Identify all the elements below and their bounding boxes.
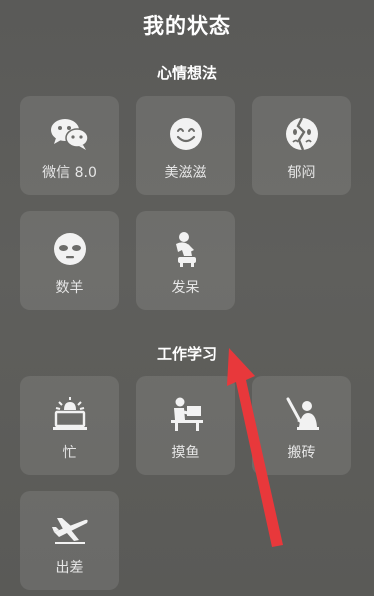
status-item-label: 摸鱼 (171, 445, 200, 461)
status-item-daze[interactable]: 发呆 (136, 211, 235, 310)
status-item-label: 微信 8.0 (42, 165, 97, 181)
status-item-label: 数羊 (55, 280, 84, 296)
section-title-mood: 心情想法 (156, 64, 217, 82)
status-item-slacking[interactable]: 摸鱼 (136, 376, 235, 475)
status-item-label: 美滋滋 (164, 165, 207, 181)
status-item-label: 忙 (62, 445, 77, 461)
person-at-desk-icon (136, 394, 235, 434)
status-item-happy[interactable]: 美滋滋 (136, 96, 235, 195)
wechat-icon (20, 114, 119, 154)
status-item-hard-work[interactable]: 搬砖 (252, 376, 351, 475)
status-item-counting-sheep[interactable]: 数羊 (20, 211, 119, 310)
status-item-label: 郁闷 (287, 165, 316, 181)
section-title-work: 工作学习 (156, 345, 217, 363)
page-title: 我的状态 (143, 14, 231, 38)
thinker-figure-icon (136, 229, 235, 269)
airplane-icon (20, 509, 119, 549)
status-item-depressed[interactable]: 郁闷 (252, 96, 351, 195)
broken-heart-icon (252, 114, 351, 154)
status-item-business-trip[interactable]: 出差 (20, 491, 119, 590)
status-item-wechat[interactable]: 微信 8.0 (20, 96, 119, 195)
sleepy-face-icon (20, 229, 119, 269)
status-item-label: 出差 (55, 560, 84, 576)
status-item-label: 发呆 (171, 280, 200, 296)
status-item-busy[interactable]: 忙 (20, 376, 119, 475)
alarm-laptop-icon (20, 394, 119, 434)
status-item-label: 搬砖 (287, 445, 316, 461)
smile-face-icon (136, 114, 235, 154)
worker-shovel-icon (252, 394, 351, 434)
